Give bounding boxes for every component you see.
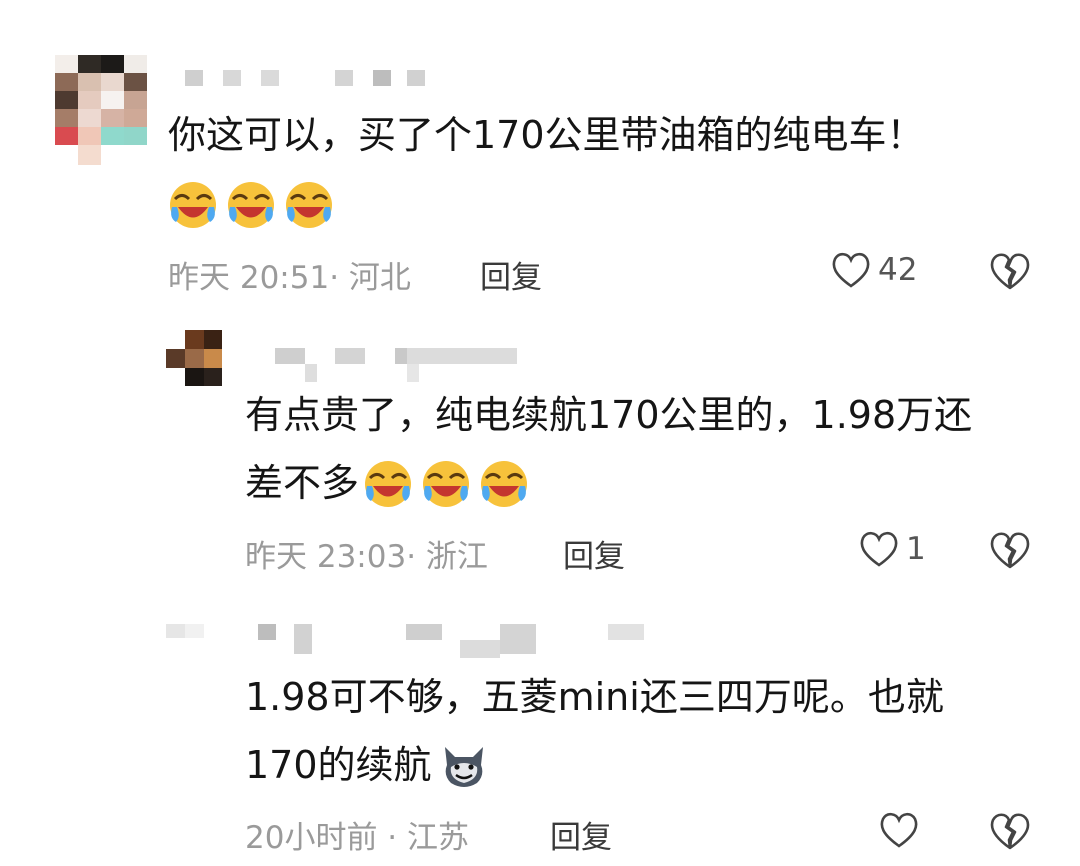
laughing-crying-emoji	[228, 182, 274, 228]
laughing-crying-emoji	[481, 460, 528, 507]
username-blurred[interactable]	[185, 70, 425, 86]
laughing-crying-emoji	[365, 460, 412, 507]
comment-text-line2: 差不多	[245, 461, 360, 505]
heart-icon	[860, 531, 898, 567]
reply-button[interactable]: 回复	[563, 531, 625, 576]
avatar[interactable]	[55, 55, 147, 165]
comment-time-location: 昨天 23:03· 浙江	[245, 539, 488, 575]
laughing-crying-emoji	[286, 182, 332, 228]
like-count: 1	[906, 531, 926, 567]
emoji-row	[168, 180, 342, 230]
heart-icon	[832, 252, 870, 288]
comment-text-line2-row: 170的续航	[245, 738, 500, 793]
laughing-crying-emoji	[423, 460, 470, 507]
username-blurred[interactable]	[275, 348, 520, 384]
reply-button[interactable]: 回复	[480, 252, 542, 297]
comment-text-line1: 有点贵了，纯电续航170公里的，1.98万还	[245, 393, 973, 437]
wolf-grin-emoji	[444, 746, 483, 787]
like-button[interactable]: 1	[858, 529, 926, 569]
reply-button[interactable]: 回复	[550, 812, 612, 857]
like-button[interactable]	[878, 810, 926, 850]
broken-heart-icon[interactable]	[988, 529, 1032, 571]
comment-text-line2: 170的续航	[245, 743, 432, 787]
comment-time-location: 昨天 20:51· 河北	[168, 260, 411, 296]
comment-time-location: 20小时前 · 江苏	[245, 820, 470, 856]
avatar[interactable]	[166, 622, 222, 652]
username-blurred[interactable]	[258, 624, 648, 660]
like-count: 42	[878, 252, 918, 288]
broken-heart-icon[interactable]	[988, 250, 1032, 292]
comment-text-line1: 1.98可不够，五菱mini还三四万呢。也就	[245, 675, 944, 719]
like-button[interactable]: 42	[830, 250, 917, 290]
comment-text: 你这可以，买了个170公里带油箱的纯电车！	[168, 113, 925, 157]
heart-icon	[880, 812, 918, 848]
avatar[interactable]	[166, 330, 222, 386]
broken-heart-icon[interactable]	[988, 810, 1032, 852]
laughing-crying-emoji	[170, 182, 216, 228]
comment-text-line2-row: 差不多	[245, 456, 537, 511]
